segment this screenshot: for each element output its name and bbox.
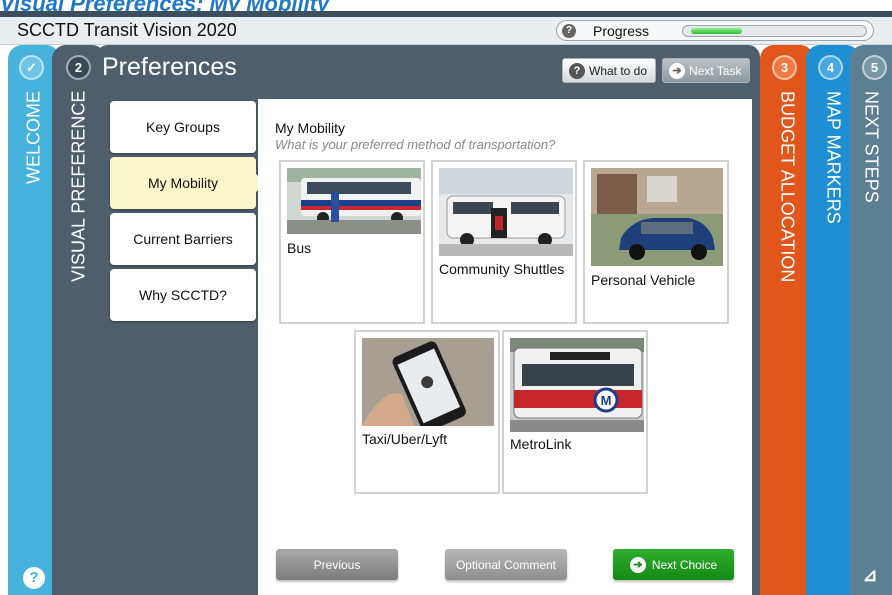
logo-icon: ⊿ <box>862 565 878 585</box>
menu-item-key-groups[interactable]: Key Groups <box>110 101 256 153</box>
car-image <box>591 168 723 266</box>
next-choice-button[interactable]: ➔ Next Choice <box>613 549 734 580</box>
choice-label: Community Shuttles <box>439 261 565 277</box>
menu-item-current-barriers[interactable]: Current Barriers <box>110 213 256 265</box>
app-bar: SCCTD Transit Vision 2020 ? Progress <box>0 17 892 45</box>
help-icon[interactable]: ? <box>562 24 576 38</box>
page-heading: Visual Preferences: My Mobility <box>0 0 330 16</box>
bus-image <box>287 168 421 234</box>
content-area: My Mobility What is your preferred metho… <box>258 99 752 595</box>
what-to-do-button[interactable]: ? What to do <box>562 58 656 83</box>
progress-label: Progress <box>593 23 650 39</box>
svg-text:M: M <box>601 393 612 408</box>
progress-fill <box>691 28 742 34</box>
what-to-do-label: What to do <box>589 63 648 78</box>
choice-label: Taxi/Uber/Lyft <box>362 431 448 447</box>
choice-label: Bus <box>287 240 312 256</box>
step-number: 5 <box>862 55 887 80</box>
step-number: 4 <box>818 55 843 80</box>
stage: ✓ WELCOME ? 2 VISUAL PREFERENCE Preferen… <box>0 45 892 595</box>
phone-image <box>362 338 494 426</box>
help-icon[interactable]: ? <box>23 567 45 589</box>
section-title: Preferences <box>102 53 237 81</box>
content-question: What is your preferred method of transpo… <box>275 137 556 152</box>
previous-button[interactable]: Previous <box>276 549 398 580</box>
next-choice-label: Next Choice <box>651 557 718 572</box>
metrolink-train-image: M <box>510 338 644 432</box>
app-title: SCCTD Transit Vision 2020 <box>17 20 237 40</box>
check-icon: ✓ <box>19 55 44 80</box>
step-number: 2 <box>66 55 91 80</box>
arrow-right-icon: ➔ <box>669 62 685 79</box>
progress-bar <box>682 25 867 37</box>
next-task-label: Next Task <box>689 63 742 78</box>
choice-label: MetroLink <box>510 436 572 452</box>
question-icon: ? <box>569 62 585 79</box>
choice-community-shuttles[interactable]: Community Shuttles <box>431 160 577 324</box>
menu-item-why-scctd[interactable]: Why SCCTD? <box>110 269 256 321</box>
arrow-right-icon: ➔ <box>629 556 646 573</box>
choice-label: Personal Vehicle <box>591 272 696 288</box>
choice-taxi-uber-lyft[interactable]: Taxi/Uber/Lyft <box>354 330 500 494</box>
tab-next-steps-label: NEXT STEPS <box>861 91 882 203</box>
progress-widget: ? Progress <box>556 20 874 41</box>
shuttle-image <box>439 168 573 256</box>
optional-comment-button[interactable]: Optional Comment <box>445 549 567 580</box>
next-task-button[interactable]: ➔ Next Task <box>662 58 750 83</box>
choice-metrolink[interactable]: M MetroLink <box>502 330 648 494</box>
choice-bus[interactable]: Bus <box>279 160 425 324</box>
menu-item-my-mobility[interactable]: My Mobility <box>110 157 265 209</box>
choice-personal-vehicle[interactable]: Personal Vehicle <box>583 160 729 324</box>
step-number: 3 <box>772 55 797 80</box>
tab-next-steps[interactable]: 5 NEXT STEPS ⊿ <box>850 45 892 595</box>
content-title: My Mobility <box>275 120 346 136</box>
